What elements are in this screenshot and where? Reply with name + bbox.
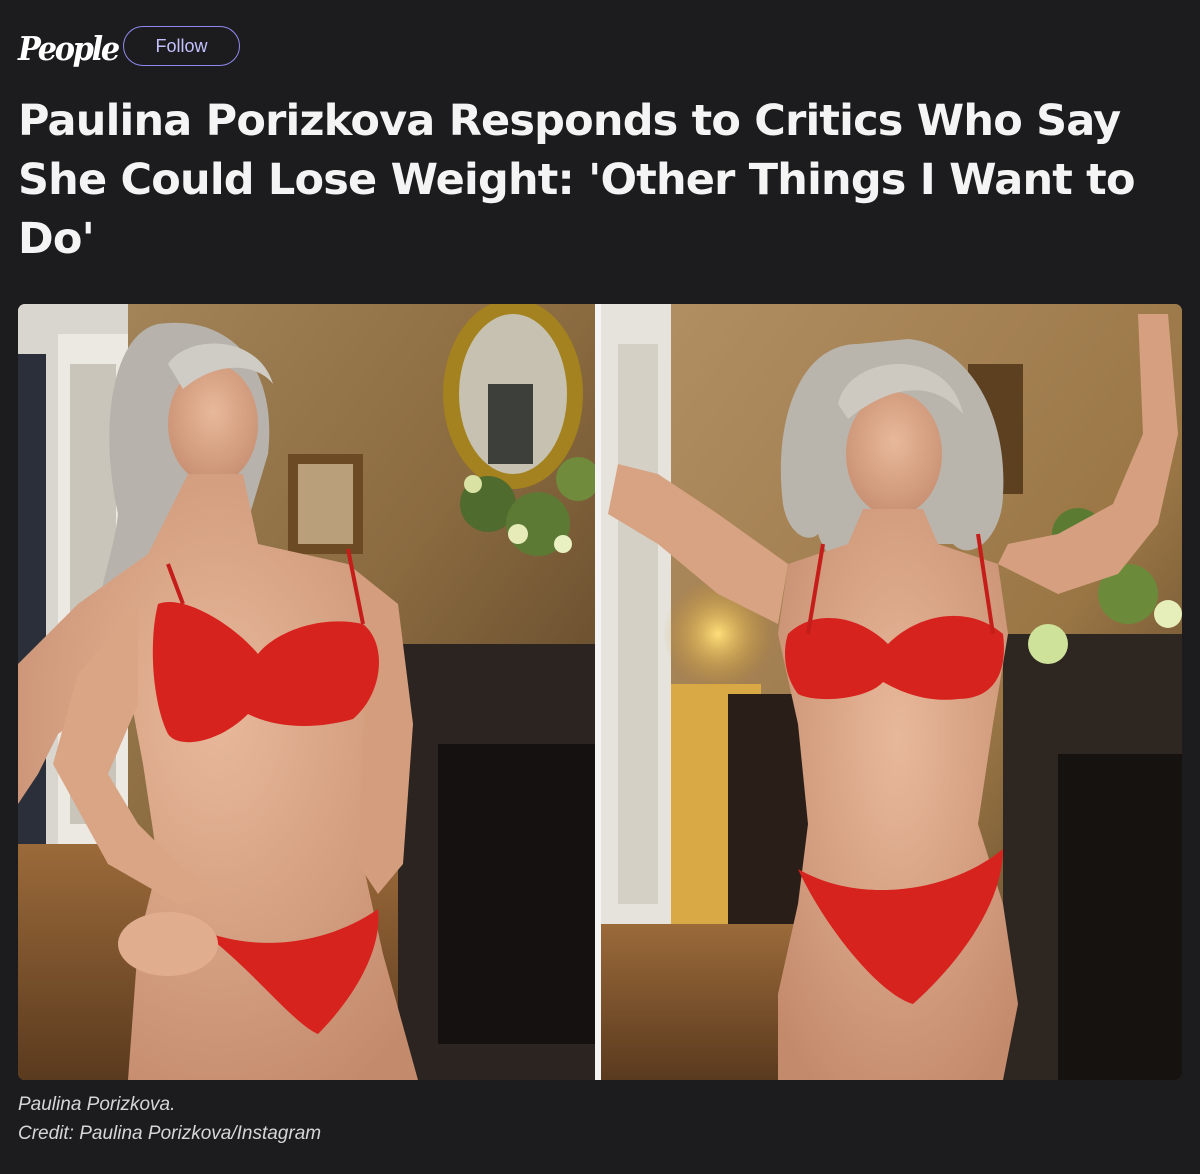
article-headline[interactable]: Paulina Porizkova Responds to Critics Wh… (18, 92, 1158, 269)
caption-text: Paulina Porizkova. (18, 1094, 176, 1115)
article-photo[interactable] (18, 304, 1182, 1080)
left-photo-panel (18, 304, 600, 1080)
follow-button[interactable]: Follow (123, 26, 240, 66)
photo-caption: Paulina Porizkova. Credit: Paulina Poriz… (18, 1090, 321, 1148)
caption-credit: Credit: Paulina Porizkova/Instagram (18, 1123, 322, 1144)
right-photo-panel (601, 304, 1182, 1080)
publisher-header: People Follow (18, 26, 240, 70)
publisher-logo[interactable]: People (18, 32, 120, 65)
